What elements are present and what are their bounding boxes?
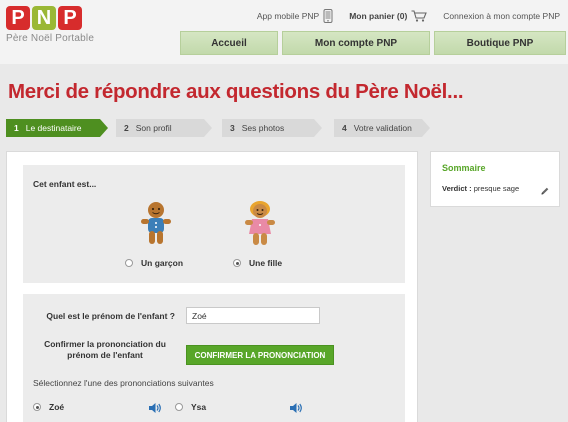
logo-letter-p: P: [6, 6, 30, 30]
gender-option-label: Un garçon: [141, 258, 184, 268]
step-number: 4: [342, 123, 347, 133]
site-header: P N P Père Noël Portable App mobile PNP …: [0, 0, 568, 64]
radio-zoe[interactable]: [33, 403, 41, 411]
summary-title: Sommaire: [442, 163, 486, 173]
radio-boy[interactable]: [125, 259, 133, 267]
name-panel: Quel est le prénom de l'enfant ? Confirm…: [23, 294, 405, 422]
step-label: Son profil: [135, 123, 172, 133]
name-question: Quel est le prénom de l'enfant ?: [46, 311, 175, 321]
cart-link[interactable]: Mon panier (0): [349, 10, 428, 22]
radio-girl[interactable]: [233, 259, 241, 267]
cart-label: Mon panier (0): [349, 11, 408, 21]
logo-tagline: Père Noël Portable: [6, 33, 95, 44]
step-label: Ses photos: [241, 123, 285, 133]
top-links: App mobile PNP Mon panier (0) Connexion …: [241, 9, 560, 23]
boy-figure-icon[interactable]: [139, 201, 173, 252]
select-pronunciation-label: Sélectionnez l'une des prononciations su…: [33, 378, 214, 388]
gender-question: Cet enfant est...: [33, 179, 97, 189]
login-label: Connexion à mon compte PNP: [443, 11, 560, 21]
page-title: Merci de répondre aux questions du Père …: [8, 80, 464, 103]
step-destinataire[interactable]: 1 Le destinataire: [6, 119, 108, 137]
step-label: Le destinataire: [25, 123, 82, 133]
login-link[interactable]: Connexion à mon compte PNP: [443, 11, 560, 21]
step-number: 1: [14, 123, 19, 133]
main-nav: Accueil Mon compte PNP Boutique PNP: [180, 31, 566, 55]
nav-tab-accueil[interactable]: Accueil: [180, 31, 278, 55]
form-card: Cet enfant est... Un garçon Une fille Qu…: [6, 151, 418, 422]
confirm-pronunciation-label: Confirmer la prononciation du prénom de …: [44, 339, 166, 360]
pronunciation-option-zoe[interactable]: Zoé: [33, 402, 64, 412]
step-number: 3: [230, 123, 235, 133]
pencil-edit-icon[interactable]: [540, 183, 550, 201]
app-mobile-link[interactable]: App mobile PNP: [257, 9, 333, 23]
summary-card: Sommaire Verdict : presque sage: [430, 151, 560, 207]
mobile-phone-icon: [323, 9, 333, 23]
app-mobile-label: App mobile PNP: [256, 11, 320, 21]
summary-verdict: Verdict : presque sage: [442, 184, 519, 193]
shopping-cart-icon: [411, 10, 428, 22]
nav-tab-boutique[interactable]: Boutique PNP: [434, 31, 566, 55]
girl-figure-icon[interactable]: [243, 201, 277, 252]
step-photos[interactable]: 3 Ses photos: [222, 119, 322, 137]
logo-letter-n: N: [32, 6, 56, 30]
pronunciation-option-ysa[interactable]: Ysa: [175, 402, 206, 412]
speaker-icon[interactable]: [148, 401, 162, 419]
pronunciation-label: Zoé: [49, 402, 65, 412]
speaker-icon[interactable]: [289, 401, 303, 419]
step-profil[interactable]: 2 Son profil: [116, 119, 212, 137]
gender-panel: Cet enfant est... Un garçon Une fille: [23, 165, 405, 283]
radio-ysa[interactable]: [175, 403, 183, 411]
logo-letter-p: P: [58, 6, 82, 30]
child-name-input[interactable]: [186, 307, 320, 324]
nav-tab-mon-compte[interactable]: Mon compte PNP: [282, 31, 430, 55]
gender-option-label: Une fille: [249, 258, 283, 268]
step-validation[interactable]: 4 Votre validation: [334, 119, 430, 137]
verdict-key: Verdict :: [442, 184, 472, 193]
step-label: Votre validation: [353, 123, 412, 133]
gender-option-girl[interactable]: Une fille: [233, 258, 282, 268]
gender-option-boy[interactable]: Un garçon: [125, 258, 183, 268]
confirm-pronunciation-button[interactable]: CONFIRMER LA PRONONCIATION: [186, 345, 334, 365]
step-number: 2: [124, 123, 129, 133]
verdict-value: presque sage: [473, 184, 520, 193]
pnp-logo[interactable]: P N P Père Noël Portable: [6, 6, 94, 44]
pronunciation-label: Ysa: [191, 402, 207, 412]
